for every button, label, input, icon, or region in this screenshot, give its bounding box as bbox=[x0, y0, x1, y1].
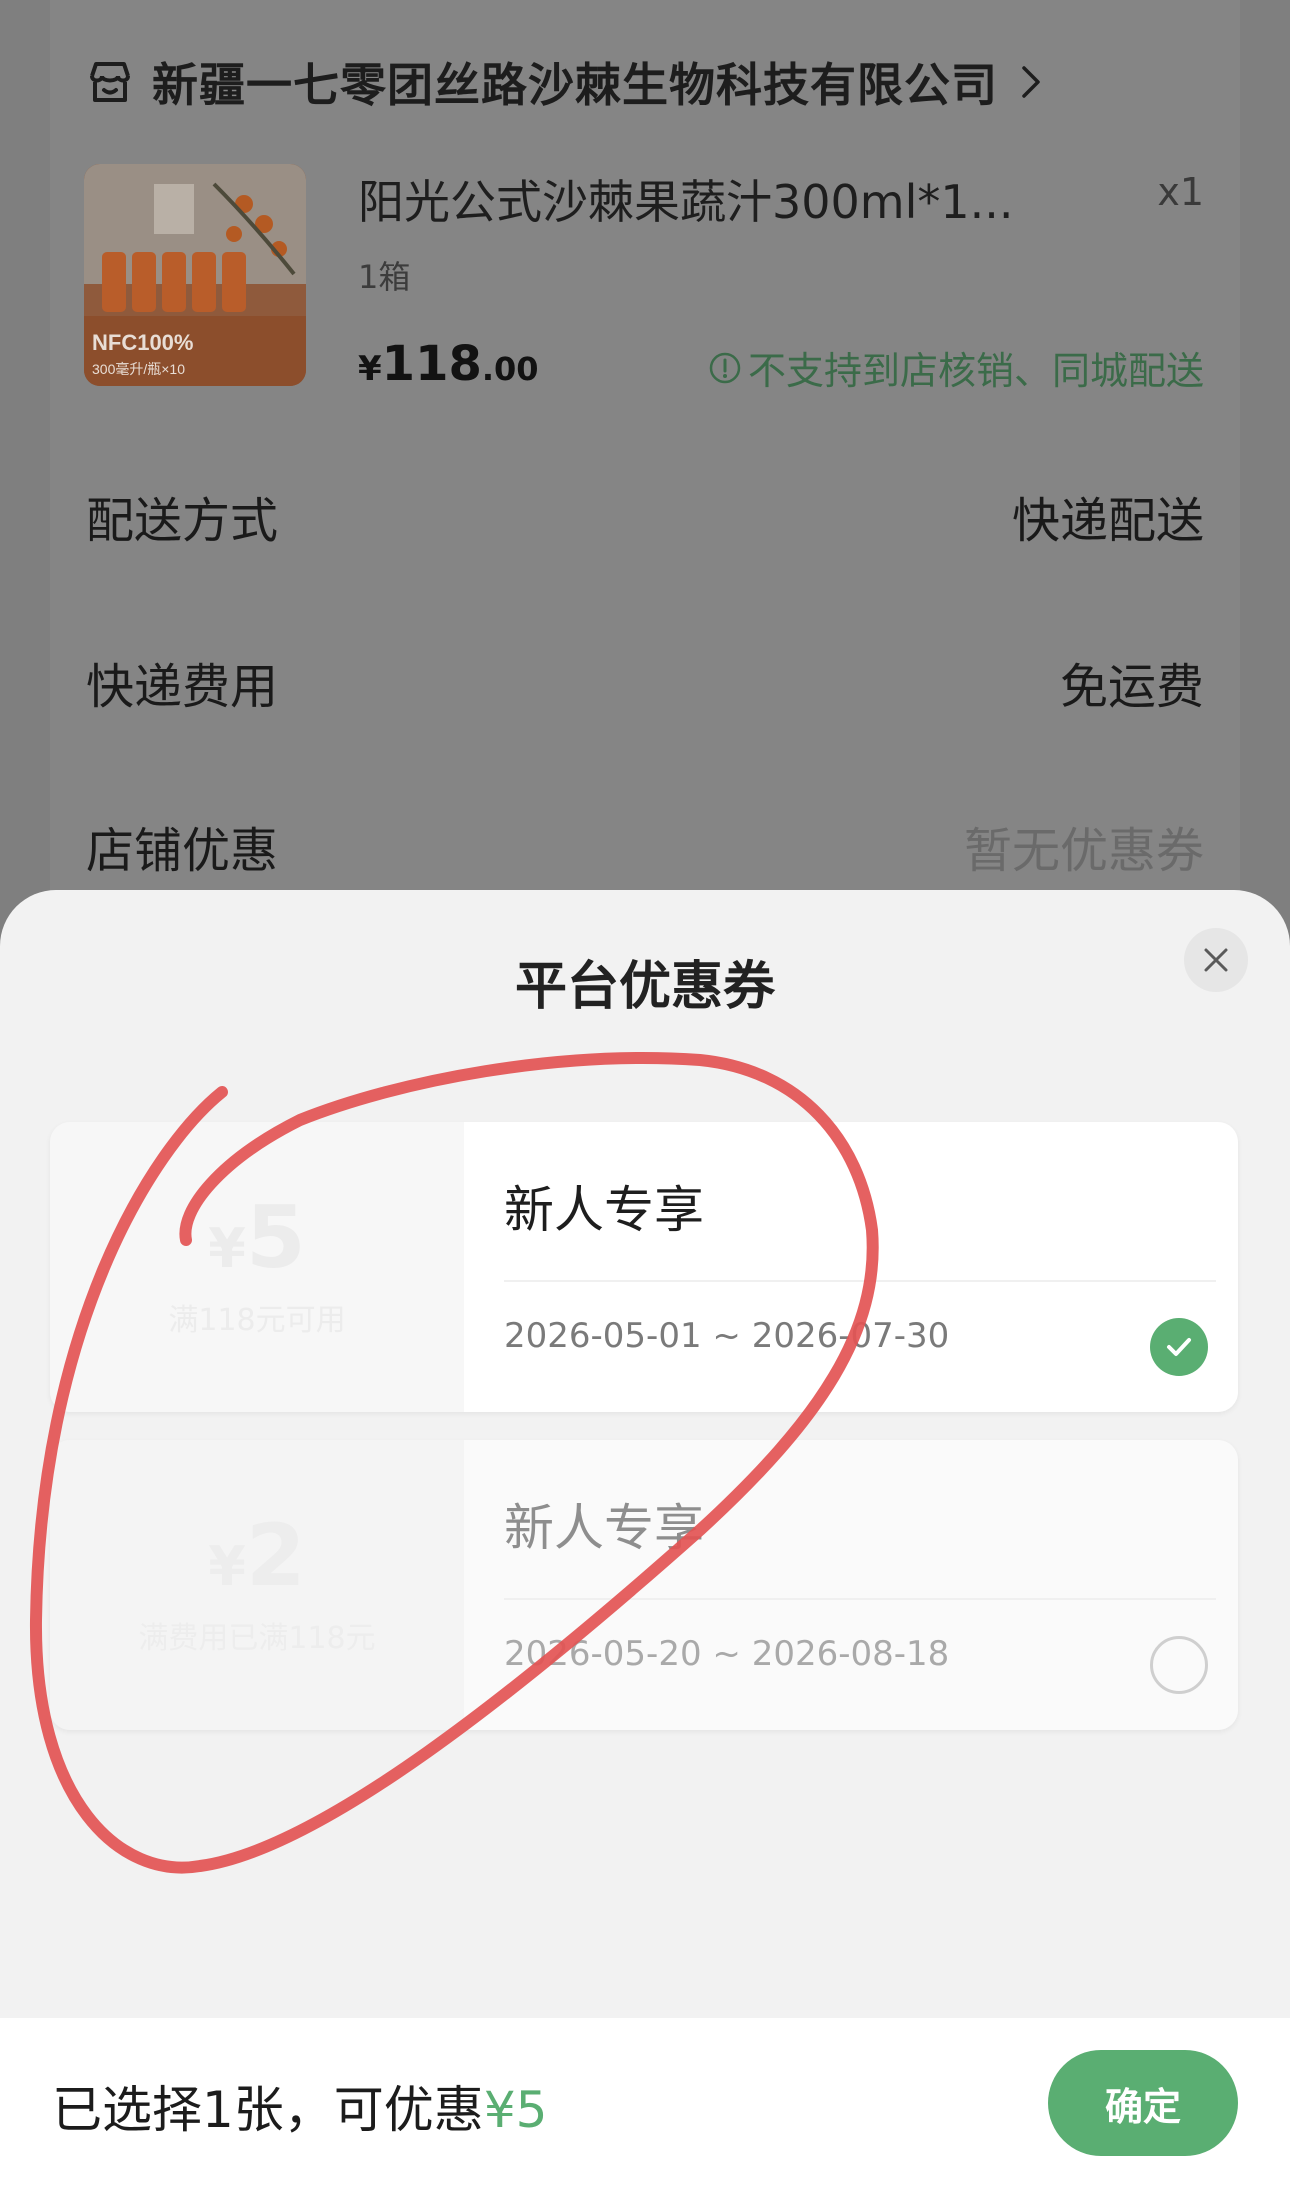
price-currency: ¥ bbox=[358, 349, 382, 389]
product-image-graphic: NFC100% 300毫升/瓶×10 bbox=[84, 164, 306, 386]
coupon-value-panel: ¥2 满费用已满118元 bbox=[50, 1440, 464, 1730]
row-label: 快递费用 bbox=[86, 659, 279, 715]
coupon-amount-value: 2 bbox=[245, 1506, 306, 1606]
coupon-radio-checked[interactable] bbox=[1150, 1318, 1208, 1376]
coupon-dates: 2026-05-01 ~ 2026-07-30 bbox=[504, 1316, 950, 1356]
coupon-info-panel: 新人专享 2026-05-20 ~ 2026-08-18 bbox=[464, 1440, 1238, 1730]
sheet-title: 平台优惠券 bbox=[514, 957, 775, 1017]
checkmark-icon bbox=[1167, 1338, 1191, 1356]
coupon-name: 新人专享 bbox=[504, 1181, 704, 1239]
confirm-button[interactable]: 确定 bbox=[1048, 2050, 1238, 2156]
selection-summary: 已选择1张，可优惠¥5 bbox=[52, 2070, 547, 2142]
discount-amount: ¥5 bbox=[483, 2081, 548, 2139]
delivery-warning-text: 不支持到店核销、同城配送 bbox=[747, 349, 1204, 393]
order-page: 新疆一七零团丝路沙棘生物科技有限公司 NFC100% 300毫升/瓶×10 阳光… bbox=[0, 0, 1290, 2186]
row-value: 快递配送 bbox=[1011, 493, 1204, 549]
coupon-currency: ¥ bbox=[208, 1217, 246, 1280]
chevron-right-icon bbox=[1022, 66, 1040, 98]
coupon-sheet: 平台优惠券 ¥5 满118元可用 新人专享 2026-05-01 ~ 2026-… bbox=[0, 890, 1290, 2186]
coupon-name: 新人专享 bbox=[504, 1499, 704, 1557]
coupon-amount-value: 5 bbox=[245, 1188, 306, 1288]
coupon-card[interactable]: ¥2 满费用已满118元 新人专享 2026-05-20 ~ 2026-08-1… bbox=[50, 1440, 1238, 1730]
coupon-condition: 满费用已满118元 bbox=[138, 1621, 376, 1656]
info-circle-icon bbox=[709, 352, 741, 383]
close-icon bbox=[1204, 948, 1228, 972]
row-store-discount[interactable]: 店铺优惠 暂无优惠券 bbox=[86, 816, 1204, 879]
coupon-divider bbox=[504, 1280, 1216, 1282]
product-image-badge: NFC100% bbox=[92, 330, 193, 355]
store-name: 新疆一七零团丝路沙棘生物科技有限公司 bbox=[152, 58, 998, 112]
product-price: ¥118.00 bbox=[358, 336, 539, 392]
row-value: 免运费 bbox=[1059, 659, 1204, 715]
coupon-currency: ¥ bbox=[208, 1535, 246, 1598]
coupon-value-panel: ¥5 满118元可用 bbox=[50, 1122, 464, 1412]
store-row[interactable]: 新疆一七零团丝路沙棘生物科技有限公司 bbox=[86, 52, 1042, 112]
delivery-warning: 不支持到店核销、同城配送 bbox=[708, 340, 1204, 395]
row-shipping-fee: 快递费用 免运费 bbox=[86, 652, 1204, 715]
close-button[interactable] bbox=[1184, 928, 1248, 992]
footer-bar: 已选择1张，可优惠¥5 确定 bbox=[0, 2018, 1290, 2186]
coupon-divider bbox=[504, 1598, 1216, 1600]
coupon-info-panel: 新人专享 2026-05-01 ~ 2026-07-30 bbox=[464, 1122, 1238, 1412]
price-cents: .00 bbox=[481, 350, 539, 388]
product-spec: 1箱 bbox=[358, 258, 411, 296]
row-value: 暂无优惠券 bbox=[963, 823, 1204, 879]
coupon-amount: ¥2 bbox=[208, 1513, 305, 1599]
coupon-amount: ¥5 bbox=[208, 1195, 305, 1281]
product-image-sub: 300毫升/瓶×10 bbox=[92, 361, 185, 377]
selection-text: 已选择1张，可优惠 bbox=[52, 2081, 484, 2139]
row-label: 店铺优惠 bbox=[86, 823, 279, 879]
product-image[interactable]: NFC100% 300毫升/瓶×10 bbox=[84, 164, 306, 386]
row-delivery-method[interactable]: 配送方式 快递配送 bbox=[86, 486, 1204, 549]
coupon-radio-unchecked[interactable] bbox=[1150, 1636, 1208, 1694]
coupon-dates: 2026-05-20 ~ 2026-08-18 bbox=[504, 1634, 950, 1674]
coupon-condition: 满118元可用 bbox=[168, 1303, 346, 1338]
product-quantity: x1 bbox=[1157, 170, 1204, 214]
product-name[interactable]: 阳光公式沙棘果蔬汁300ml*1... bbox=[358, 166, 1014, 232]
store-icon bbox=[90, 62, 130, 102]
price-integer: 118 bbox=[381, 336, 482, 392]
row-label: 配送方式 bbox=[86, 493, 279, 549]
coupon-card[interactable]: ¥5 满118元可用 新人专享 2026-05-01 ~ 2026-07-30 bbox=[50, 1122, 1238, 1412]
